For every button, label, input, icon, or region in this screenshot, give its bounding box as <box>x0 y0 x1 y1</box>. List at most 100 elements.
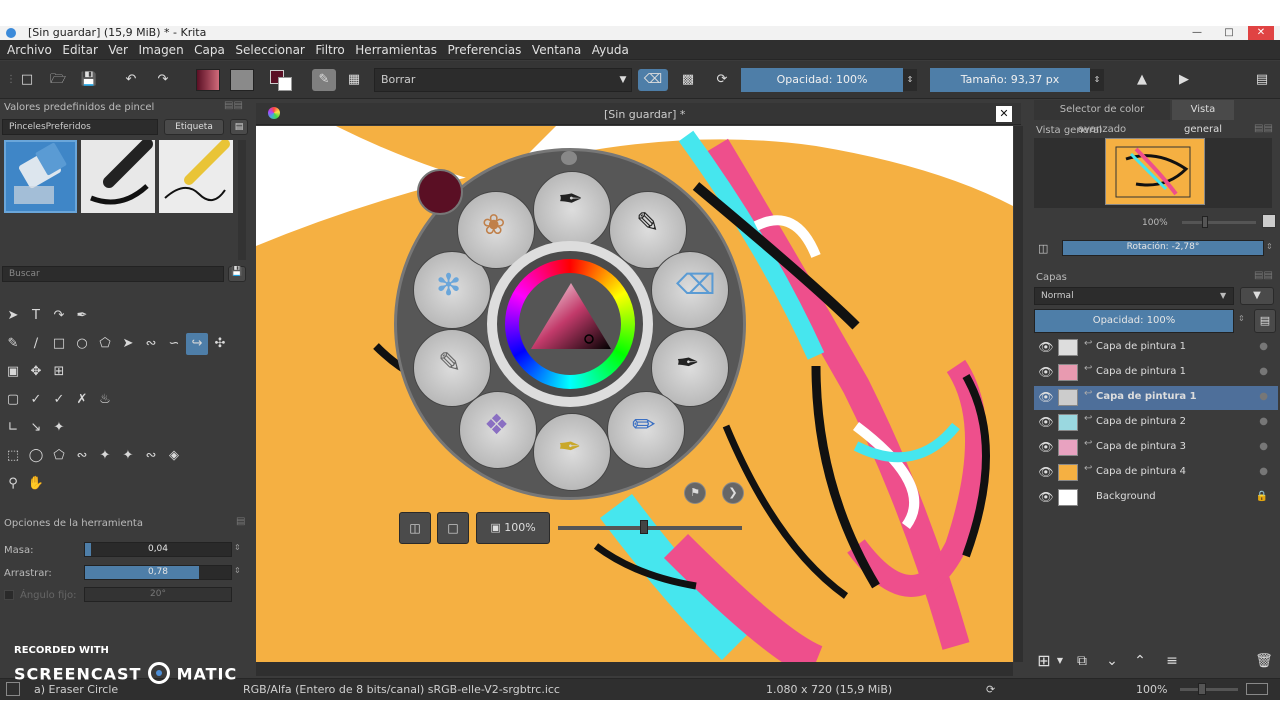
fit-view-icon[interactable] <box>1246 683 1268 695</box>
redo-icon[interactable]: ↷ <box>152 69 174 91</box>
layer-lock-icon[interactable]: ● <box>1259 341 1272 352</box>
gradient-tool-icon[interactable]: ▢ <box>2 389 24 411</box>
visibility-eye-icon[interactable]: 👁 <box>1038 340 1054 356</box>
drag-slider[interactable]: 0,78 <box>84 565 232 580</box>
tab-overview[interactable]: Vista general <box>1172 100 1234 135</box>
rotation-spin-icon[interactable]: ⇕ <box>1266 242 1273 251</box>
menu-ver[interactable]: Ver <box>101 40 128 60</box>
preset-pen[interactable] <box>81 138 155 213</box>
layer-lock-icon[interactable]: 🔒 <box>1256 491 1272 502</box>
calligraphy-icon[interactable]: ✒ <box>71 305 93 327</box>
visibility-eye-icon[interactable]: 👁 <box>1038 365 1054 381</box>
drag-spin-icon[interactable]: ⇕ <box>234 566 241 575</box>
tag-filter-icon[interactable]: ⚑ <box>684 482 706 504</box>
document-tab-title[interactable]: [Sin guardar] * <box>604 108 685 121</box>
gradient-swatch-icon[interactable] <box>196 69 220 91</box>
tab-color-selector[interactable]: Selector de color avanzado <box>1034 100 1170 135</box>
visibility-eye-icon[interactable]: 👁 <box>1038 390 1054 406</box>
dynamic-brush-icon[interactable]: ↪ <box>186 333 208 355</box>
layer-lock-icon[interactable]: ● <box>1259 441 1272 452</box>
duplicate-layer-icon[interactable]: ⧉ <box>1072 650 1092 672</box>
settings-panel-icon[interactable]: ▤ <box>1250 69 1274 91</box>
rotation-slider[interactable]: Rotación: -2,78° <box>1062 240 1264 256</box>
layer-opacity-spin-icon[interactable]: ⇕ <box>1238 314 1245 323</box>
palette-zoom-track[interactable] <box>558 526 742 530</box>
dock-float-icon[interactable]: ▤▤ <box>224 100 243 111</box>
measure-tool-icon[interactable]: ∟ <box>2 417 24 439</box>
layer-properties-icon[interactable]: ▤ <box>1254 309 1276 333</box>
pan-tool-icon[interactable]: ✋ <box>25 473 47 495</box>
layer-row[interactable]: 👁 ↩ Capa de pintura 1 ● <box>1034 336 1278 360</box>
bezier-select-icon[interactable]: ∾ <box>140 445 162 467</box>
delete-layer-icon[interactable]: 🗑 <box>1254 650 1274 672</box>
tag-button[interactable]: Etiqueta <box>164 119 224 135</box>
add-layer-icon[interactable]: ⊞ <box>1034 650 1054 672</box>
layer-opacity-slider[interactable]: Opacidad: 100% <box>1034 309 1234 333</box>
layer-filter-icon[interactable]: ▼ <box>1240 287 1274 305</box>
undo-icon[interactable]: ↶ <box>120 69 142 91</box>
minimize-icon[interactable]: — <box>1184 26 1210 40</box>
save-search-icon[interactable]: 💾 <box>228 266 246 282</box>
overview-zoom-track[interactable] <box>1182 221 1256 224</box>
preset-eraser[interactable] <box>4 140 77 213</box>
palette-brush-pencil[interactable]: ✏ <box>607 391 685 469</box>
mirror-horizontal-icon[interactable]: ▲ <box>1130 69 1154 91</box>
palette-tag-handle[interactable] <box>561 151 577 165</box>
zoom-tool-icon[interactable]: ⚲ <box>2 473 24 495</box>
canvas-h-scrollbar[interactable] <box>256 662 1013 676</box>
preserve-alpha-icon[interactable]: ▩ <box>676 69 700 91</box>
zoom-fit-button[interactable]: ▣ 100% <box>476 512 550 544</box>
magic-wand-icon[interactable]: ✦ <box>94 445 116 467</box>
overview-thumbnail[interactable] <box>1105 138 1205 205</box>
preset-ink[interactable] <box>159 139 233 213</box>
crop-tool-icon[interactable]: ⊞ <box>48 361 70 383</box>
menu-capa[interactable]: Capa <box>187 40 225 60</box>
move-layer-up-icon[interactable]: ⌃ <box>1130 650 1150 672</box>
overview-zoom-handle[interactable] <box>1202 216 1208 228</box>
layer-row[interactable]: 👁 ↩ Capa de pintura 2 ● <box>1034 411 1278 435</box>
layer-lock-icon[interactable]: ● <box>1259 466 1272 477</box>
rotation-reset-icon[interactable]: ⟳ <box>986 683 995 696</box>
layer-blend-mode-select[interactable]: Normal <box>1034 287 1234 305</box>
text-tool-icon[interactable]: T <box>25 305 47 327</box>
overview-float-icon[interactable]: ▤▤ <box>1254 123 1273 134</box>
menu-preferencias[interactable]: Preferencias <box>441 40 522 60</box>
freehand-path-icon[interactable]: ∽ <box>163 333 185 355</box>
fixed-angle-slider[interactable]: 20° <box>84 587 232 602</box>
mirror-canvas-button[interactable]: ◫ <box>399 512 431 544</box>
opacity-slider[interactable]: Opacidad: 100% <box>741 68 903 92</box>
preset-tag-select[interactable]: PincelesPreferidos <box>2 119 158 135</box>
smart-patch-icon[interactable]: ✓ <box>48 389 70 411</box>
visibility-eye-icon[interactable]: 👁 <box>1038 415 1054 431</box>
layer-row[interactable]: 👁 ↩ Capa de pintura 1 ● <box>1034 386 1278 410</box>
color-picker-icon[interactable]: ✓ <box>25 389 47 411</box>
visibility-eye-icon[interactable]: 👁 <box>1038 490 1054 506</box>
polygon-select-icon[interactable]: ⬠ <box>48 445 70 467</box>
pattern-swatch-icon[interactable] <box>230 69 254 91</box>
menu-ayuda[interactable]: Ayuda <box>585 40 629 60</box>
add-layer-menu-icon[interactable]: ▼ <box>1054 650 1066 672</box>
transform-tool-icon[interactable]: ▣ <box>2 361 24 383</box>
assistant-icon[interactable]: ✗ <box>71 389 93 411</box>
menu-editar[interactable]: Editar <box>55 40 98 60</box>
fixed-angle-checkbox[interactable] <box>4 590 14 600</box>
layer-row[interactable]: 👁 Background 🔒 <box>1034 486 1278 510</box>
workspaces-grid-icon[interactable]: ▦ <box>344 69 364 91</box>
close-document-icon[interactable]: ✕ <box>996 106 1012 122</box>
layer-settings-icon[interactable]: ≡ <box>1162 650 1182 672</box>
canvas-v-scrollbar[interactable] <box>1014 126 1023 662</box>
palette-zoom-handle[interactable] <box>640 520 648 534</box>
save-icon[interactable]: 💾 <box>78 69 100 91</box>
line-tool-icon[interactable]: ∕ <box>25 333 47 355</box>
drawing-canvas[interactable]: ✒ ✎ ⌫ ✒ ✏ ✒ ❖ ✎ ✻ ❀ ⚑ ❯ ◫ □ ▣ 100% <box>256 126 1013 662</box>
layer-row[interactable]: 👁 ↩ Capa de pintura 3 ● <box>1034 436 1278 460</box>
size-spin-icon[interactable]: ⇕ <box>1090 69 1104 91</box>
layer-lock-icon[interactable]: ● <box>1259 366 1272 377</box>
close-window-icon[interactable]: ✕ <box>1248 26 1274 40</box>
layer-row[interactable]: 👁 ↩ Capa de pintura 4 ● <box>1034 461 1278 485</box>
fill-tool-icon[interactable]: ♨ <box>94 389 116 411</box>
overview-mirror-icon[interactable]: ◫ <box>1038 242 1048 255</box>
reference-tool-icon[interactable]: ↘ <box>25 417 47 439</box>
tool-options-float-icon[interactable]: ▤ <box>236 516 245 527</box>
size-slider[interactable]: Tamaño: 93,37 px <box>930 68 1090 92</box>
